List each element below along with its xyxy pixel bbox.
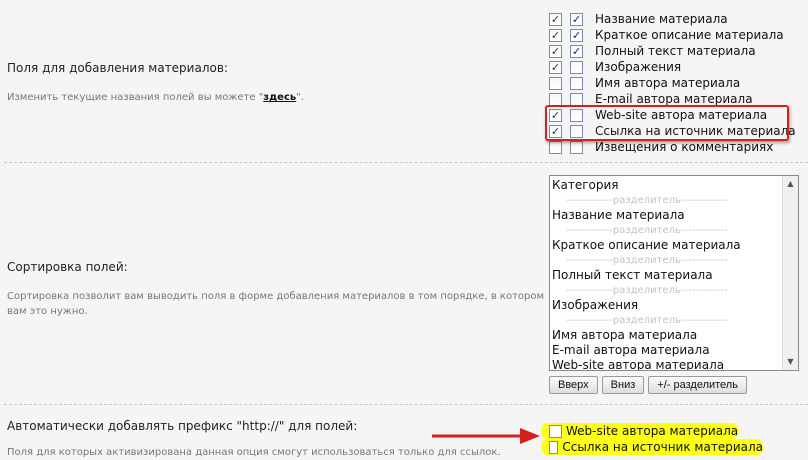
scroll-down-icon[interactable]: ▼ [783, 354, 798, 370]
list-item[interactable]: Название материала [552, 208, 782, 223]
prefix-source-row: Ссылка на источник материала [541, 439, 763, 455]
list-item[interactable]: E-mail автора материала [552, 343, 782, 358]
field-short-desc-enabled-checkbox[interactable] [549, 28, 562, 42]
field-author-email-required-checkbox[interactable] [570, 92, 583, 106]
rename-fields-link[interactable]: здесь [263, 92, 296, 103]
highlight-box [545, 105, 789, 141]
prefix-source-label: Ссылка на источник материала [562, 440, 763, 454]
sort-hint: Сортировка позволит вам выводить поля в … [7, 291, 545, 317]
field-row-comment-notify: Извещения о комментариях [549, 139, 796, 155]
field-author-name-required-checkbox[interactable] [570, 76, 583, 90]
field-row-title: Название материала [549, 11, 796, 27]
section-divider [4, 162, 808, 163]
field-author-name-label: Имя автора материала [595, 76, 741, 90]
field-full-text-label: Полный текст материала [595, 44, 756, 58]
list-separator[interactable]: -------------разделитель------------- [552, 253, 782, 268]
prefix-title: Автоматически добавлять префикс "http://… [7, 419, 358, 433]
list-item[interactable]: Изображения [552, 298, 782, 313]
field-short-desc-label: Краткое описание материала [595, 28, 784, 42]
list-item[interactable]: Полный текст материала [552, 268, 782, 283]
field-row-images: Изображения [549, 59, 796, 75]
field-images-required-checkbox[interactable] [570, 60, 583, 74]
field-row-full-text: Полный текст материала [549, 43, 796, 59]
list-item[interactable]: Имя автора материала [552, 328, 782, 343]
move-up-button[interactable]: Вверх [549, 376, 598, 394]
list-item[interactable]: Web-site автора материала [552, 358, 782, 370]
field-comment-notify-label: Извещения о комментариях [595, 140, 774, 154]
field-author-email-enabled-checkbox[interactable] [549, 92, 562, 106]
field-images-label: Изображения [595, 60, 682, 74]
field-row-short-desc: Краткое описание материала [549, 27, 796, 43]
field-comment-notify-enabled-checkbox[interactable] [549, 140, 562, 154]
field-title-enabled-checkbox[interactable] [549, 12, 562, 26]
list-item[interactable]: Категория [552, 178, 782, 193]
field-full-text-enabled-checkbox[interactable] [549, 44, 562, 58]
section-divider [4, 404, 808, 405]
listbox-scrollbar[interactable]: ▲ ▼ [782, 176, 798, 370]
fields-hint: Изменить текущие названия полей вы может… [7, 90, 304, 105]
move-down-button[interactable]: Вниз [601, 376, 645, 394]
list-separator[interactable]: -------------разделитель------------- [552, 223, 782, 238]
list-separator[interactable]: -------------разделитель------------- [552, 193, 782, 208]
sort-fields-listbox[interactable]: Категория -------------разделитель-------… [549, 175, 799, 371]
red-arrow-icon [432, 428, 540, 444]
field-full-text-required-checkbox[interactable] [570, 44, 583, 58]
prefix-source-checkbox[interactable] [549, 440, 559, 454]
field-short-desc-required-checkbox[interactable] [570, 28, 583, 42]
field-images-enabled-checkbox[interactable] [549, 60, 562, 74]
prefix-website-checkbox[interactable] [549, 424, 562, 438]
field-comment-notify-required-checkbox[interactable] [570, 140, 583, 154]
fields-title: Поля для добавления материалов: [7, 61, 228, 75]
prefix-hint: Поля для которых активизирована данная о… [7, 447, 501, 458]
prefix-website-row: Web-site автора материала [541, 423, 739, 439]
toggle-separator-button[interactable]: +/- разделитель [648, 376, 747, 394]
list-separator[interactable]: -------------разделитель------------- [552, 283, 782, 298]
scroll-up-icon[interactable]: ▲ [783, 176, 798, 192]
field-title-label: Название материала [595, 12, 728, 26]
fields-hint-text: Изменить текущие названия полей вы может… [7, 92, 264, 103]
list-item[interactable]: Краткое описание материала [552, 238, 782, 253]
prefix-website-label: Web-site автора материала [566, 424, 739, 438]
sort-title: Сортировка полей: [7, 260, 128, 274]
field-title-required-checkbox[interactable] [570, 12, 583, 26]
fields-hint-end: ". [296, 92, 304, 103]
sort-buttons: Вверх Вниз +/- разделитель [549, 376, 747, 394]
field-author-name-enabled-checkbox[interactable] [549, 76, 562, 90]
list-separator[interactable]: -------------разделитель------------- [552, 313, 782, 328]
field-row-author-name: Имя автора материала [549, 75, 796, 91]
field-author-email-label: E-mail автора материала [595, 92, 753, 106]
sort-fields-items: Категория -------------разделитель-------… [552, 178, 782, 370]
